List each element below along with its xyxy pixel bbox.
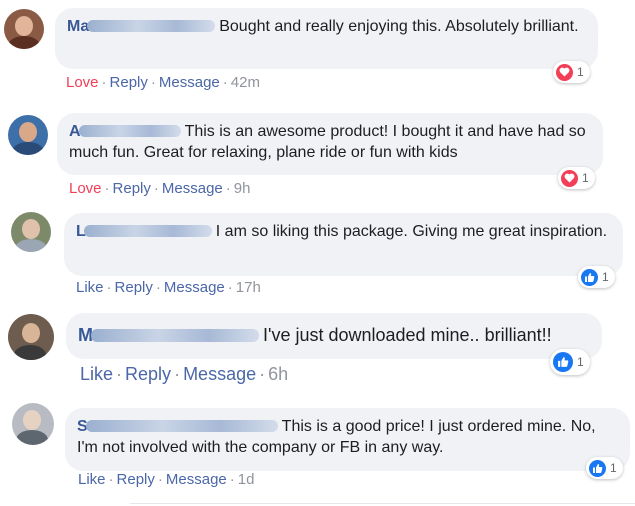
separator-dot: · <box>116 364 123 384</box>
like-link[interactable]: Like <box>80 364 113 384</box>
heart-icon <box>556 63 573 81</box>
message-link[interactable]: Message <box>166 471 227 488</box>
redacted-name-blur <box>91 329 259 342</box>
reaction-badge[interactable]: 1 <box>578 266 615 288</box>
commenter-name[interactable]: S <box>77 418 282 435</box>
reaction-badge[interactable]: 1 <box>553 61 590 83</box>
separator-dot: · <box>229 471 235 488</box>
thumbs-up-icon <box>553 352 573 372</box>
reply-link[interactable]: Reply <box>110 74 148 91</box>
reaction-count: 1 <box>610 461 617 475</box>
reply-link[interactable]: Reply <box>117 471 155 488</box>
redacted-name-blur <box>83 225 212 237</box>
comment-actions: Love · Reply · Message · 9h <box>69 180 250 197</box>
love-link[interactable]: Love <box>69 180 102 197</box>
comment-actions: Like · Reply · Message · 6h <box>80 364 288 385</box>
love-link[interactable]: Love <box>66 74 99 91</box>
separator-dot: · <box>225 180 231 197</box>
avatar[interactable] <box>11 212 51 252</box>
timestamp[interactable]: 6h <box>268 364 288 384</box>
separator-dot: · <box>150 74 156 91</box>
comment-actions: Like · Reply · Message · 1d <box>78 471 254 488</box>
message-link[interactable]: Message <box>159 74 220 91</box>
message-link[interactable]: Message <box>162 180 223 197</box>
timestamp[interactable]: 17h <box>236 279 261 296</box>
reaction-count: 1 <box>577 65 584 79</box>
redacted-name-blur <box>85 420 278 432</box>
separator-dot: · <box>106 279 112 296</box>
reply-link[interactable]: Reply <box>115 279 153 296</box>
avatar[interactable] <box>8 115 48 155</box>
comment-bubble: S This is a good price! I just ordered mi… <box>65 408 630 471</box>
thumbs-up-icon <box>581 268 598 286</box>
commenter-name[interactable]: A <box>69 123 185 140</box>
separator-dot: · <box>108 471 114 488</box>
comment-text: I am so liking this package. Giving me g… <box>215 223 608 240</box>
avatar[interactable] <box>12 403 54 445</box>
timestamp[interactable]: 9h <box>234 180 251 197</box>
timestamp[interactable]: 42m <box>231 74 260 91</box>
reaction-badge[interactable]: 1 <box>550 349 590 375</box>
avatar[interactable] <box>8 314 54 360</box>
commenter-name[interactable]: Ma <box>67 18 219 35</box>
reply-link[interactable]: Reply <box>125 364 171 384</box>
reaction-count: 1 <box>582 171 589 185</box>
reaction-badge[interactable]: 1 <box>586 457 623 479</box>
separator-dot: · <box>227 279 233 296</box>
comment-bubble: M I've just downloaded mine.. brilliant!! <box>66 313 602 359</box>
comment-actions: Like · Reply · Message · 17h <box>76 279 261 296</box>
separator-dot: · <box>157 471 163 488</box>
commenter-name[interactable]: M <box>78 325 263 345</box>
message-link[interactable]: Message <box>183 364 256 384</box>
comment-bubble: LI am so liking this package. Giving me … <box>64 213 623 276</box>
separator-dot: · <box>155 279 161 296</box>
timestamp[interactable]: 1d <box>238 471 255 488</box>
redacted-name-blur <box>87 20 216 32</box>
separator-dot: · <box>104 180 110 197</box>
comment-bubble: Ma Bought and really enjoying this. Absol… <box>55 8 598 69</box>
separator-dot: · <box>259 364 266 384</box>
separator-dot: · <box>174 364 181 384</box>
divider <box>130 503 635 504</box>
separator-dot: · <box>153 180 159 197</box>
comment-bubble: A This is an awesome product! I bought it… <box>57 113 603 175</box>
reply-link[interactable]: Reply <box>113 180 151 197</box>
like-link[interactable]: Like <box>76 279 104 296</box>
thumbs-up-icon <box>589 459 606 477</box>
reaction-badge[interactable]: 1 <box>558 167 595 189</box>
comment-actions: Love · Reply · Message · 42m <box>66 74 260 91</box>
reaction-count: 1 <box>602 270 609 284</box>
comment-text: I've just downloaded mine.. brilliant!! <box>263 325 552 345</box>
heart-icon <box>561 169 578 187</box>
redacted-name-blur <box>78 125 181 137</box>
reaction-count: 1 <box>577 355 584 369</box>
separator-dot: · <box>101 74 107 91</box>
commenter-name[interactable]: L <box>76 223 216 240</box>
avatar[interactable] <box>4 9 44 49</box>
separator-dot: · <box>222 74 228 91</box>
comment-text: Bought and really enjoying this. Absolut… <box>219 18 579 35</box>
message-link[interactable]: Message <box>164 279 225 296</box>
like-link[interactable]: Like <box>78 471 106 488</box>
